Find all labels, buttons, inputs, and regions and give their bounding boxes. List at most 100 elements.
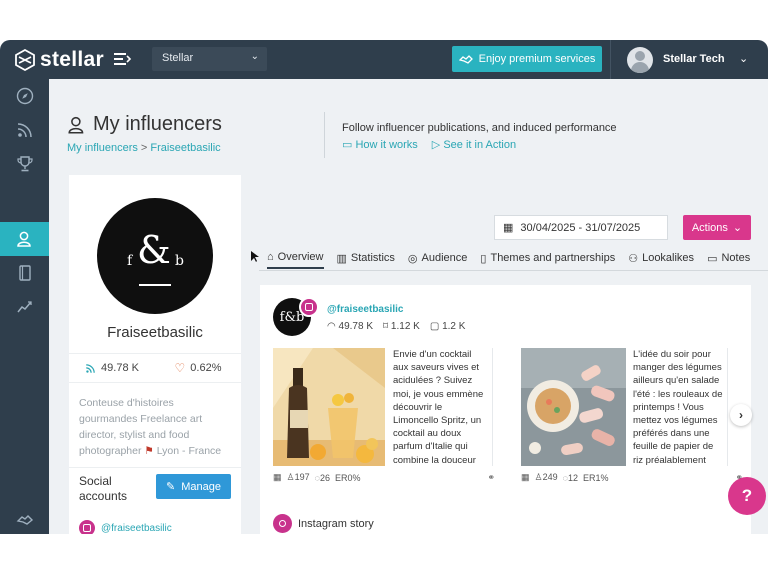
like-icon: ♙ — [534, 472, 543, 482]
post-card[interactable]: L'idée du soir pour manger des légumes a… — [521, 348, 743, 488]
rss-icon — [17, 123, 32, 138]
page-title-text: My influencers — [93, 113, 222, 135]
sidebar-item-partnerships[interactable] — [0, 503, 49, 534]
rss-icon: ◠ — [327, 321, 336, 332]
premium-services-label: Enjoy premium services — [478, 53, 596, 65]
handshake-icon — [458, 55, 473, 64]
see-in-action-link[interactable]: ▷ See it in Action — [432, 138, 516, 151]
handshake-icon — [16, 515, 33, 525]
post-metrics: ▦ ♙197 ◌26 ER0% ⚭ — [273, 472, 495, 483]
page-title: My influencers — [67, 113, 222, 136]
tab-notes[interactable]: ▭ Notes — [707, 247, 750, 269]
main-content: My influencers My influencers > Fraiseetba… — [49, 79, 768, 534]
page-description: Follow influencer publications, and indu… — [342, 122, 617, 134]
book-icon: ▯ — [480, 252, 487, 265]
rss-icon — [86, 363, 95, 373]
workspace-select-value: Stellar — [162, 52, 194, 64]
chevron-down-icon: ⌄ — [732, 222, 743, 234]
user-name: Stellar Tech — [663, 53, 725, 65]
compass-icon — [16, 87, 33, 105]
premium-services-button[interactable]: Enjoy premium services — [452, 46, 602, 72]
post-image-cocktail[interactable] — [273, 348, 385, 466]
profile-name: Fraiseetbasilic — [107, 324, 203, 341]
influencer-icon — [68, 116, 84, 134]
profile-stats: 49.78 K ♡ 0.62% — [69, 353, 241, 383]
social-accounts-row: Social accounts ✎ Manage — [69, 467, 241, 507]
user-menu[interactable]: Stellar Tech ⌄ — [610, 40, 768, 79]
calendar-icon: ▦ — [521, 472, 530, 482]
profile-bio: Conteuse d'histoires gourmandes Freelanc… — [79, 397, 222, 457]
help-button[interactable]: ? — [728, 477, 766, 515]
breadcrumb-link-influencers[interactable]: My influencers — [67, 142, 138, 154]
manage-button[interactable]: ✎ Manage — [156, 474, 231, 499]
brand-name: stellar — [40, 48, 104, 71]
link-icon[interactable]: ⚭ — [487, 472, 495, 483]
bookmark-icon: ⌑ — [383, 321, 389, 332]
followers-stat: 49.78 K — [69, 362, 155, 374]
sidebar-item-analytics[interactable] — [0, 290, 49, 324]
home-icon: ⌂ — [267, 251, 274, 263]
influencer-icon — [16, 231, 31, 247]
stellar-logo-icon — [15, 49, 35, 71]
instagram-story-header: Instagram story — [273, 514, 374, 533]
help-links: ▭ How it works ▷ See it in Action — [342, 138, 516, 151]
sidebar-item-reports[interactable] — [0, 256, 49, 290]
how-it-works-link[interactable]: ▭ How it works — [342, 138, 418, 151]
story-icon — [273, 514, 292, 533]
chart-line-icon — [16, 301, 32, 313]
instagram-account-link[interactable]: @fraiseetbasilic — [79, 520, 172, 534]
page-header: My influencers My influencers > Fraiseetba… — [67, 113, 222, 154]
sidebar-item-discover[interactable] — [0, 79, 49, 113]
calendar-icon: ▦ — [273, 472, 282, 482]
post-caption: L'idée du soir pour manger des légumes a… — [633, 348, 728, 466]
social-accounts-label: Social accounts — [79, 474, 128, 503]
post-image-spring-rolls[interactable] — [521, 348, 626, 466]
avatar — [627, 47, 653, 73]
trophy-icon — [16, 156, 33, 172]
engagement-stat: ♡ 0.62% — [174, 361, 222, 375]
tab-audience[interactable]: ◎ Audience — [408, 247, 467, 269]
carousel-next-button[interactable]: › — [730, 404, 752, 426]
actions-button[interactable]: Actions ⌄ — [683, 215, 751, 240]
like-icon: ♙ — [286, 472, 295, 482]
calendar-icon: ▦ — [503, 222, 514, 234]
posts-icon: ▢ — [429, 321, 440, 332]
account-handle-link[interactable]: @fraiseetbasilic — [327, 304, 403, 315]
tab-themes[interactable]: ▯ Themes and partnerships — [480, 247, 615, 269]
edit-icon: ✎ — [166, 481, 176, 493]
tabs-divider — [259, 270, 768, 271]
notebook-icon — [18, 265, 31, 281]
top-bar: stellar Stellar ⌄ Enjoy premium services… — [0, 40, 768, 79]
menu-toggle-icon[interactable] — [114, 51, 132, 67]
workspace-select[interactable]: Stellar ⌄ — [152, 47, 267, 71]
tab-overview[interactable]: ⌂ Overview — [267, 247, 324, 269]
tab-lookalikes[interactable]: ⚇ Lookalikes — [628, 247, 694, 269]
breadcrumb-current[interactable]: Fraiseetbasilic — [150, 142, 220, 154]
date-range-picker[interactable]: ▦ 30/04/2025 - 31/07/2025 — [494, 215, 668, 240]
mouse-cursor-icon — [251, 251, 259, 262]
instagram-icon — [79, 520, 95, 534]
audience-icon: ◎ — [407, 252, 418, 265]
profile-card: & f b Fraiseetbasilic 49.78 K ♡ 0.62% Co… — [69, 175, 241, 534]
bar-chart-icon: ▥ — [336, 252, 347, 265]
account-stats: ◠ 49.78 K ⌑ 1.12 K ▢ 1.2 K — [327, 321, 466, 332]
post-caption: Envie d'un cocktail aux saveurs vives et… — [393, 348, 493, 466]
lookalike-icon: ⚇ — [628, 252, 639, 265]
sidebar: ? — [0, 79, 49, 534]
sidebar-item-influencers[interactable] — [0, 222, 49, 256]
post-card[interactable]: Envie d'un cocktail aux saveurs vives et… — [273, 348, 495, 488]
profile-logo: & f b — [97, 198, 213, 314]
chevron-down-icon: ⌄ — [739, 53, 749, 65]
instagram-icon — [299, 297, 319, 317]
flag-icon: ⚑ — [144, 445, 154, 457]
tab-bar: ⌂ Overview ▥ Statistics ◎ Audience ▯ Themes … — [267, 247, 750, 269]
breadcrumb: My influencers > Fraiseetbasilic — [67, 142, 221, 154]
stellar-logo[interactable]: stellar — [14, 48, 104, 72]
tab-statistics[interactable]: ▥ Statistics — [337, 247, 395, 269]
note-icon: ▭ — [707, 252, 718, 265]
sidebar-item-campaigns[interactable] — [0, 147, 49, 181]
overview-panel: f&b @fraiseetbasilic ◠ 49.78 K ⌑ 1.12 K … — [260, 285, 752, 534]
app-window: stellar Stellar ⌄ Enjoy premium services… — [0, 40, 768, 534]
sidebar-item-feed[interactable] — [0, 113, 49, 147]
heart-icon: ♡ — [174, 361, 186, 375]
